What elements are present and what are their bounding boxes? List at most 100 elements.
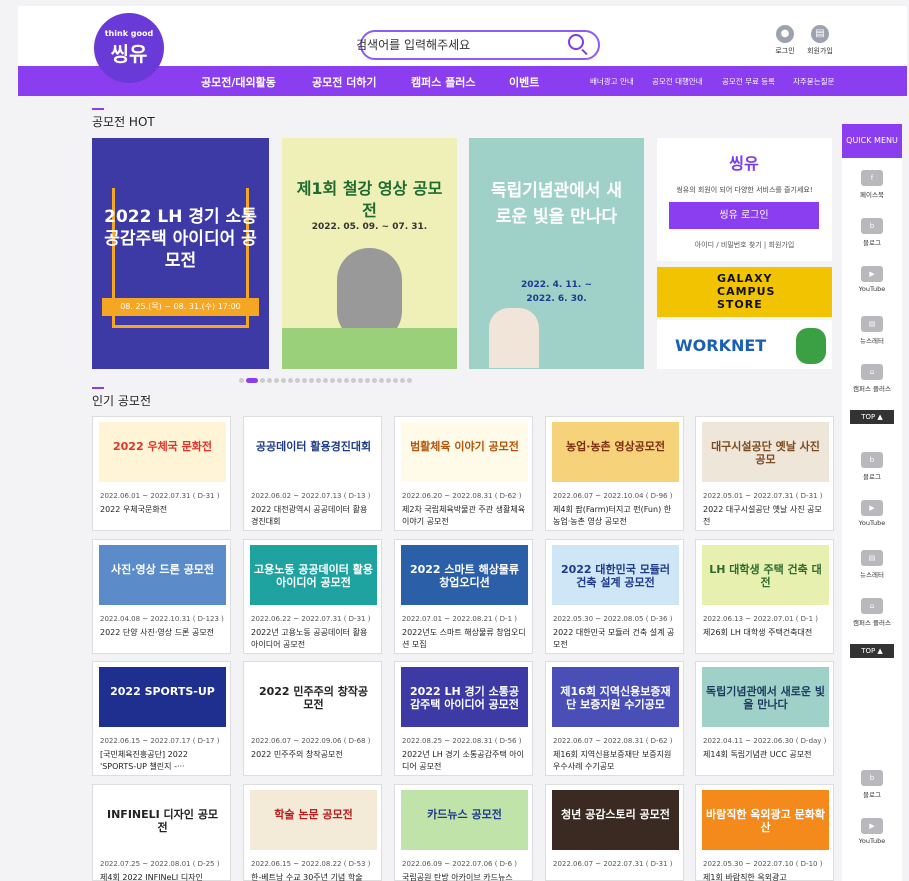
slider-dot[interactable] <box>330 378 335 383</box>
slider-dot[interactable] <box>379 378 384 383</box>
quick-youtube-2[interactable]: ▶ YouTube <box>842 500 902 527</box>
slider-dot[interactable] <box>323 378 328 383</box>
quick-campus-plus[interactable]: ⌂ 캠퍼스 플러스 <box>842 364 902 393</box>
hot-banner-3[interactable]: 독립기념관에서 새로운 빛을 만나다 2022. 4. 11. ~ 2022. … <box>469 138 644 369</box>
contest-card[interactable]: 학술 논문 공모전 2022.06.15 ~ 2022.08.22 ( D-53… <box>243 784 382 881</box>
slider-dot[interactable] <box>351 378 356 383</box>
contest-thumbnail-text: 학술 논문 공모전 <box>274 808 353 821</box>
contest-card[interactable]: 범활체육 이야기 공모전 2022.06.20 ~ 2022.08.31 ( D… <box>394 416 533 531</box>
newsletter-icon: ▤ <box>861 316 883 332</box>
slider-dot[interactable] <box>288 378 293 383</box>
contest-thumbnail: 고용노동 공공데이터 활용 아이디어 공모전 <box>250 545 377 605</box>
hot-banner-1-date: 08. 25.(목) ~ 08. 31.(수) 17:00 <box>102 298 259 316</box>
contest-card[interactable]: 2022 민주주의 창작공모전 2022.06.07 ~ 2022.09.06 … <box>243 661 382 776</box>
contest-card[interactable]: 2022 스마트 해상물류 창업오디션 2022.07.01 ~ 2022.08… <box>394 539 533 654</box>
slider-dot[interactable] <box>337 378 342 383</box>
contest-card[interactable]: 농업·농촌 영상공모전 2022.06.07 ~ 2022.10.04 ( D-… <box>545 416 684 531</box>
slider-dot[interactable] <box>358 378 363 383</box>
contest-title: 제4회 2022 INFINeLI 디자인 <box>100 873 203 881</box>
quick-menu: QUICK MENU f 페이스북 b 블로그 ▶ YouTube ▤ 뉴스레터 ⌂ 캠퍼… <box>842 124 902 881</box>
contest-card[interactable]: 청년 공감스토리 공모전 2022.06.07 ~ 2022.07.31 ( D… <box>545 784 684 881</box>
contest-thumbnail: 학술 논문 공모전 <box>250 790 377 850</box>
quick-blog-3[interactable]: b 블로그 <box>842 770 902 799</box>
nav-banner-ad[interactable]: 배너광고 안내 <box>590 76 634 87</box>
contest-card[interactable]: 2022 SPORTS-UP 2022.06.15 ~ 2022.07.17 (… <box>92 661 231 776</box>
contest-thumbnail: 2022 LH 경기 소통공감주택 아이디어 공모전 <box>401 667 528 727</box>
contest-thumbnail: 청년 공감스토리 공모전 <box>552 790 679 850</box>
top-button-2[interactable]: TOP ▲ <box>850 644 894 658</box>
contest-card[interactable]: 2022 우체국 문화전 2022.06.01 ~ 2022.07.31 ( D… <box>92 416 231 531</box>
search-box[interactable]: 검색어를 입력해주세요 <box>356 30 600 60</box>
quick-campus-plus-2[interactable]: ⌂ 캠퍼스 플러스 <box>842 598 902 627</box>
quick-youtube-3[interactable]: ▶ YouTube <box>842 818 902 845</box>
person-graphic <box>489 308 539 368</box>
quick-blog[interactable]: b 블로그 <box>842 218 902 247</box>
galaxy-campus-ad[interactable]: GALAXY CAMPUS STORE <box>657 267 832 317</box>
slider-dot[interactable] <box>372 378 377 383</box>
quick-blog-2[interactable]: b 블로그 <box>842 452 902 481</box>
slider-dot[interactable] <box>407 378 412 383</box>
nav-agency[interactable]: 공모전 대행안내 <box>652 76 703 87</box>
slider-dot[interactable] <box>281 378 286 383</box>
slider-dot[interactable] <box>365 378 370 383</box>
contest-card[interactable]: 공공데이터 활용경진대회 2022.06.02 ~ 2022.07.13 ( D… <box>243 416 382 531</box>
nav-faq[interactable]: 자주묻는질문 <box>793 76 834 87</box>
slider-dot[interactable] <box>239 378 244 383</box>
nav-free-register[interactable]: 공모전 무료 등록 <box>722 76 775 87</box>
quick-youtube[interactable]: ▶ YouTube <box>842 266 902 293</box>
slider-dot[interactable] <box>267 378 272 383</box>
worknet-text: WORKNET <box>675 336 767 355</box>
search-input[interactable]: 검색어를 입력해주세요 <box>356 36 470 53</box>
facebook-icon: f <box>861 170 883 186</box>
quick-newsletter-2[interactable]: ▤ 뉴스레터 <box>842 550 902 579</box>
slider-dot[interactable] <box>393 378 398 383</box>
search-icon[interactable] <box>568 34 584 50</box>
login-links[interactable]: 아이디 / 비밀번호 찾기 | 회원가입 <box>657 240 832 250</box>
hot-banner-2[interactable]: 제1회 철강 영상 공모전 2022. 05. 09. ~ 07. 31. <box>282 138 457 369</box>
hot-title: 공모전 HOT <box>92 108 155 129</box>
hot-banner-1[interactable]: 2022 LH 경기 소통공감주택 아이디어 공모전 08. 25.(목) ~ … <box>92 138 269 369</box>
contest-card[interactable]: 카드뉴스 공모전 2022.06.09 ~ 2022.07.06 ( D-6 )… <box>394 784 533 881</box>
contest-card[interactable]: 2022 대한민국 모듈러 건축 설계 공모전 2022.05.30 ~ 202… <box>545 539 684 654</box>
contest-card[interactable]: INFINELI 디자인 공모전 2022.07.25 ~ 2022.08.01… <box>92 784 231 881</box>
slider-dot[interactable] <box>302 378 307 383</box>
contest-card[interactable]: 독립기념관에서 새로운 빛을 만나다 2022.04.11 ~ 2022.06.… <box>695 661 834 776</box>
quick-youtube-label: YouTube <box>858 285 886 293</box>
nav-contest-plus[interactable]: 공모전 더하기 <box>312 74 377 90</box>
contest-card[interactable]: 2022 LH 경기 소통공감주택 아이디어 공모전 2022.08.25 ~ … <box>394 661 533 776</box>
contest-title: 2022 단양 사진·영상 드론 공모전 <box>100 628 215 637</box>
youtube-icon: ▶ <box>861 500 883 516</box>
top-button[interactable]: TOP ▲ <box>850 410 894 424</box>
slider-dot[interactable] <box>295 378 300 383</box>
worknet-ad[interactable]: WORKNET <box>657 320 832 369</box>
slider-dot[interactable] <box>309 378 314 383</box>
contest-card[interactable]: LH 대학생 주택 건축 대전 2022.06.13 ~ 2022.07.01 … <box>695 539 834 654</box>
nav-event[interactable]: 이벤트 <box>509 74 539 90</box>
slider-dot[interactable] <box>274 378 279 383</box>
logo-sub: think good <box>104 28 154 38</box>
contest-card[interactable]: 제16회 지역신용보증재단 보증지원 수기공모 2022.06.07 ~ 202… <box>545 661 684 776</box>
contest-card[interactable]: 고용노동 공공데이터 활용 아이디어 공모전 2022.06.22 ~ 2022… <box>243 539 382 654</box>
contest-card[interactable]: 사진·영상 드론 공모전 2022.04.08 ~ 2022.10.31 ( D… <box>92 539 231 654</box>
contest-card[interactable]: 대구시설공단 옛날 사진 공모 2022.05.01 ~ 2022.07.31 … <box>695 416 834 531</box>
login-link[interactable]: ● 로그인 <box>765 25 805 56</box>
quick-newsletter[interactable]: ▤ 뉴스레터 <box>842 316 902 345</box>
nav-contest[interactable]: 공모전/대외활동 <box>201 74 276 90</box>
site-logo[interactable]: think good 씽유 <box>94 13 164 83</box>
contest-card[interactable]: 바람직한 옥외광고 문화확산 2022.05.30 ~ 2022.07.10 (… <box>695 784 834 881</box>
contest-thumbnail-text: LH 대학생 주택 건축 대전 <box>709 563 822 589</box>
login-desc: 씽유의 회원이 되어 다양한 서비스를 즐기세요! <box>676 186 813 194</box>
login-button[interactable]: 씽유 로그인 <box>669 202 819 229</box>
contest-thumbnail-text: 2022 민주주의 창작공모전 <box>258 685 369 711</box>
slider-dot[interactable] <box>246 378 258 383</box>
slider-dot[interactable] <box>344 378 349 383</box>
slider-dot[interactable] <box>316 378 321 383</box>
nav-campus-plus[interactable]: 캠퍼스 플러스 <box>411 74 476 90</box>
quick-facebook[interactable]: f 페이스북 <box>842 170 902 199</box>
slider-dot[interactable] <box>260 378 265 383</box>
join-link[interactable]: ▤ 회원가입 <box>800 25 840 56</box>
slider-dot[interactable] <box>386 378 391 383</box>
slider-dot[interactable] <box>400 378 405 383</box>
contest-thumbnail: 독립기념관에서 새로운 빛을 만나다 <box>702 667 829 727</box>
slider-dots[interactable] <box>239 378 414 384</box>
